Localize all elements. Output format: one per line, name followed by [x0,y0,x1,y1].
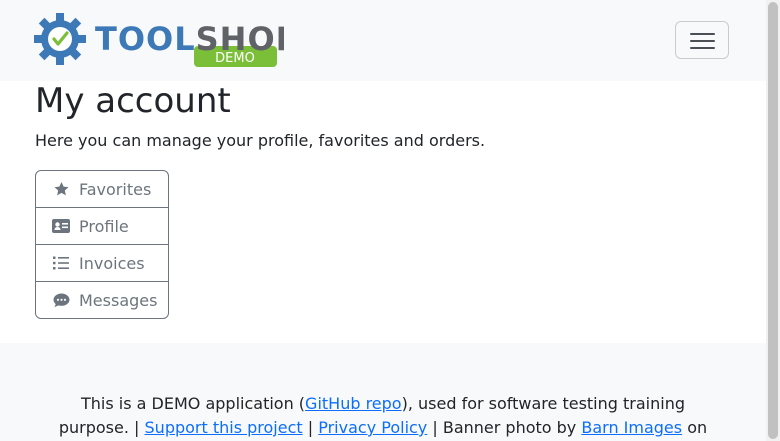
navbar-toggle-button[interactable] [675,21,729,59]
page-title: My account [35,81,231,121]
footer-text-part: This is a DEMO application ( [81,394,306,413]
menu-item-label: Messages [79,290,158,310]
main-content: My account Here you can manage your prof… [0,81,766,343]
star-icon [51,181,71,197]
privacy-policy-link[interactable]: Privacy Policy [318,418,427,437]
logo-text-shop: SHOP [196,20,284,58]
footer-text: This is a DEMO application (GitHub repo)… [50,392,716,440]
github-repo-link[interactable]: GitHub repo [305,394,402,413]
comment-icon [51,292,71,308]
list-icon [51,255,71,271]
menu-item-profile[interactable]: Profile [36,207,168,244]
page-footer: This is a DEMO application (GitHub repo)… [0,343,766,441]
menu-item-messages[interactable]: Messages [36,281,168,318]
page-intro: Here you can manage your profile, favori… [35,131,486,150]
menu-item-label: Invoices [79,253,145,273]
logo-text-tool: TOOL [95,20,196,58]
footer-text-part: | Banner photo by [427,418,582,437]
menu-item-label: Profile [79,216,129,236]
svg-text:TOOLSHOP: TOOLSHOP [95,20,284,58]
toolshop-logo[interactable]: DEMO TOOLSHOP [34,12,284,70]
scrollbar-thumb[interactable] [768,2,778,439]
menu-item-favorites[interactable]: Favorites [36,171,168,207]
id-card-icon [51,218,71,234]
footer-text-part: | [302,418,319,437]
page-scrollbar[interactable] [766,0,780,441]
top-navbar: DEMO TOOLSHOP [0,0,766,81]
menu-item-label: Favorites [79,179,152,199]
support-project-link[interactable]: Support this project [145,418,303,437]
menu-item-invoices[interactable]: Invoices [36,244,168,281]
account-menu: Favorites Profile Invoices Messages [35,170,169,319]
footer-text-part: on [682,418,708,437]
barn-images-link[interactable]: Barn Images [581,418,682,437]
